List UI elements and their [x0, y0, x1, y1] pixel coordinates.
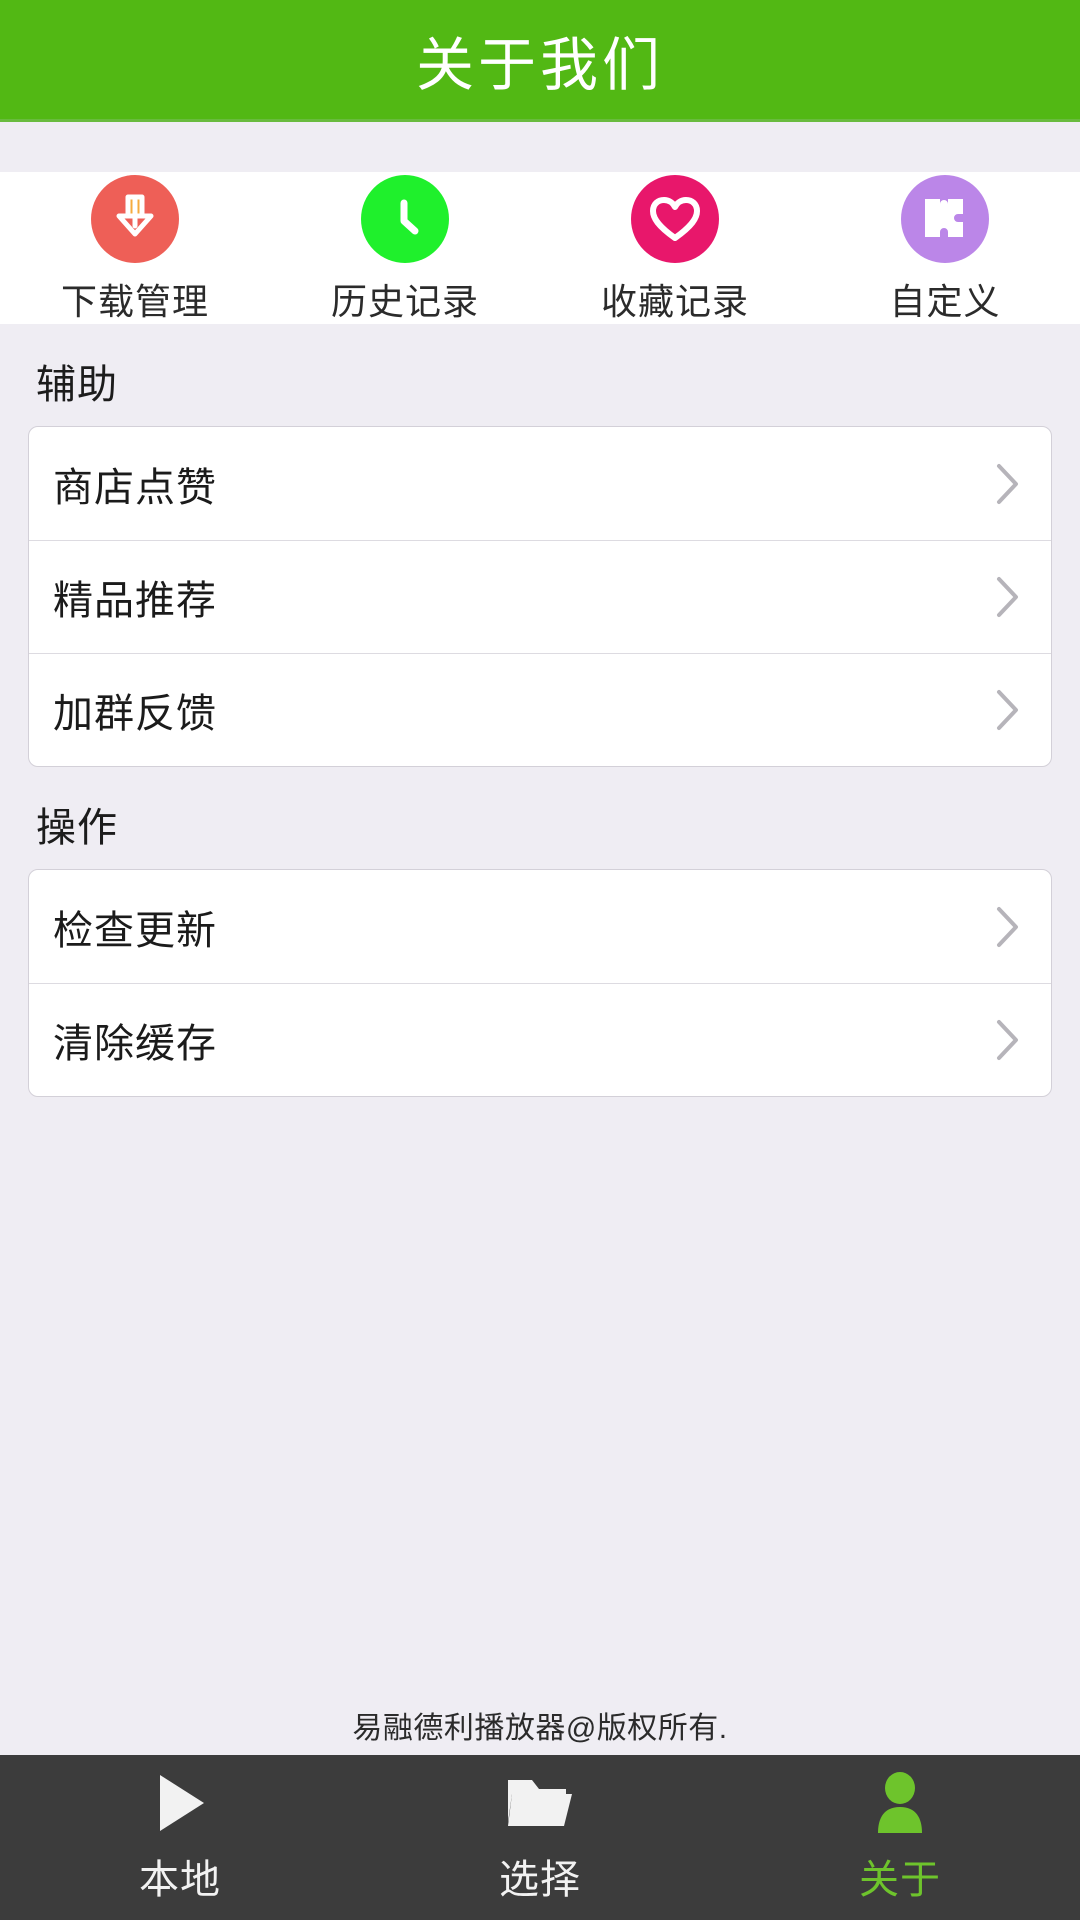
section-title-operations: 操作: [36, 806, 118, 850]
chevron-right-icon: [997, 690, 1018, 730]
copyright-text: 易融德利播放器@版权所有.: [352, 1712, 728, 1745]
nav-item-about[interactable]: 关于: [720, 1771, 1080, 1905]
shortcut-favorites[interactable]: 收藏记录: [540, 175, 810, 325]
settings-row-clear-cache[interactable]: 清除缓存: [29, 983, 1051, 1096]
row-label: 精品推荐: [53, 579, 217, 623]
nav-label: 本地: [139, 1857, 221, 1902]
row-label: 商店点赞: [53, 465, 217, 510]
shortcut-label: 自定义: [889, 281, 1001, 322]
row-label: 清除缓存: [53, 1022, 217, 1066]
shortcut-download-manager[interactable]: 下载管理: [0, 175, 270, 325]
chevron-right-icon: [997, 1020, 1018, 1060]
page-title: 关于我们: [415, 32, 664, 98]
nav-item-select[interactable]: 选择: [360, 1771, 720, 1905]
chevron-right-icon: [997, 463, 1018, 504]
person-icon: [869, 1771, 931, 1835]
shortcut-custom[interactable]: 自定义: [810, 175, 1080, 325]
row-label: 加群反馈: [53, 692, 217, 736]
shortcut-label: 历史记录: [330, 281, 479, 322]
page-header: 关于我们: [0, 0, 1080, 122]
play-triangle-icon: [150, 1771, 210, 1835]
shortcut-row: 下载管理 历史记录 收藏记录 自定义: [0, 172, 1080, 324]
puzzle-piece-icon: [901, 175, 989, 263]
about-page: 关于我们 下载管理 历史记录 收藏记录 自定义 辅助 商店点赞 精品推荐 加群反…: [0, 0, 1080, 1920]
settings-row-store-like[interactable]: 商店点赞: [29, 427, 1051, 540]
nav-item-local[interactable]: 本地: [0, 1771, 360, 1905]
clock-icon: [361, 175, 449, 263]
header-spacer: [0, 122, 1080, 172]
shortcut-history[interactable]: 历史记录: [270, 175, 540, 325]
nav-label: 关于: [859, 1857, 941, 1902]
section-title-assist: 辅助: [36, 363, 118, 407]
row-label: 检查更新: [53, 908, 217, 953]
bottom-navigation: 本地 选择 关于: [0, 1755, 1080, 1920]
settings-content: 辅助 商店点赞 精品推荐 加群反馈 操作 检查更新 清除缓存 易融德利播放器@版…: [0, 324, 1080, 1755]
settings-card-assist: 商店点赞 精品推荐 加群反馈: [28, 426, 1052, 767]
nav-label: 选择: [499, 1857, 581, 1902]
settings-row-check-update[interactable]: 检查更新: [29, 870, 1051, 983]
settings-card-operations: 检查更新 清除缓存: [28, 869, 1052, 1097]
shortcut-label: 收藏记录: [600, 281, 749, 322]
settings-row-group-feedback[interactable]: 加群反馈: [29, 653, 1051, 766]
download-arrow-icon: [91, 175, 179, 263]
chevron-right-icon: [997, 577, 1018, 617]
chevron-right-icon: [997, 906, 1018, 947]
settings-row-recommended[interactable]: 精品推荐: [29, 540, 1051, 653]
heart-icon: [631, 175, 719, 263]
shortcut-label: 下载管理: [60, 281, 209, 322]
folder-open-icon: [504, 1771, 576, 1835]
